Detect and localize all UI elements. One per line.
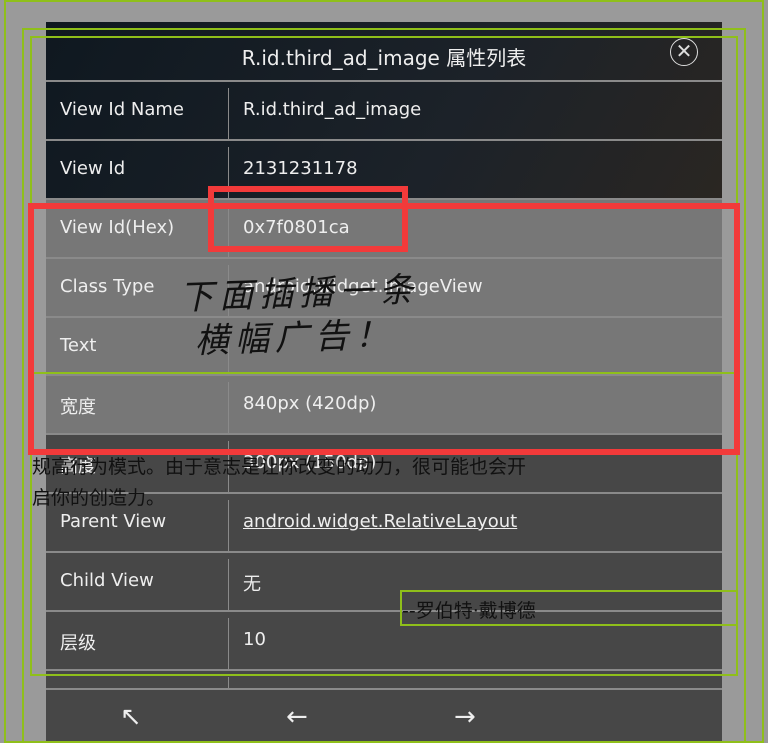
row-value: 2131231178	[243, 158, 358, 179]
row-key: 层级	[60, 633, 96, 654]
row-value: 10	[243, 629, 266, 650]
row-key: Child View	[60, 570, 154, 591]
table-row: 层级 10	[46, 610, 722, 669]
row-key: View Id Name	[60, 99, 184, 120]
close-icon[interactable]: ✕	[670, 38, 698, 66]
background-quote-author: --罗伯特·戴博德	[402, 600, 536, 622]
table-row: Child View 无	[46, 551, 722, 610]
next-arrow-icon[interactable]: →	[454, 702, 476, 732]
row-key: Parent View	[60, 511, 167, 532]
up-parent-arrow-icon[interactable]: ↖	[120, 702, 142, 732]
row-value: R.id.third_ad_image	[243, 99, 422, 120]
background-quote-line1: 规高行为模式。由于意志是让你改变的动力，很可能也会开	[32, 456, 527, 478]
dialog-toolbar: ↖ ← →	[46, 688, 722, 743]
annotation-line2: 横幅广告！	[194, 314, 396, 362]
dialog-title: R.id.third_ad_image 属性列表	[241, 46, 527, 70]
row-key: View Id	[60, 158, 126, 179]
previous-arrow-icon[interactable]: ←	[286, 702, 308, 732]
highlight-box-hex-id	[208, 186, 408, 252]
background-quote-line2: 启你的创造力。	[32, 487, 166, 509]
row-value: 无	[243, 574, 261, 595]
table-row	[46, 669, 722, 688]
table-row: View Id Name R.id.third_ad_image	[46, 80, 722, 139]
handwritten-annotation: 下面插播一条 横幅广告！	[179, 268, 422, 364]
parent-view-link[interactable]: android.widget.RelativeLayout	[243, 511, 517, 532]
